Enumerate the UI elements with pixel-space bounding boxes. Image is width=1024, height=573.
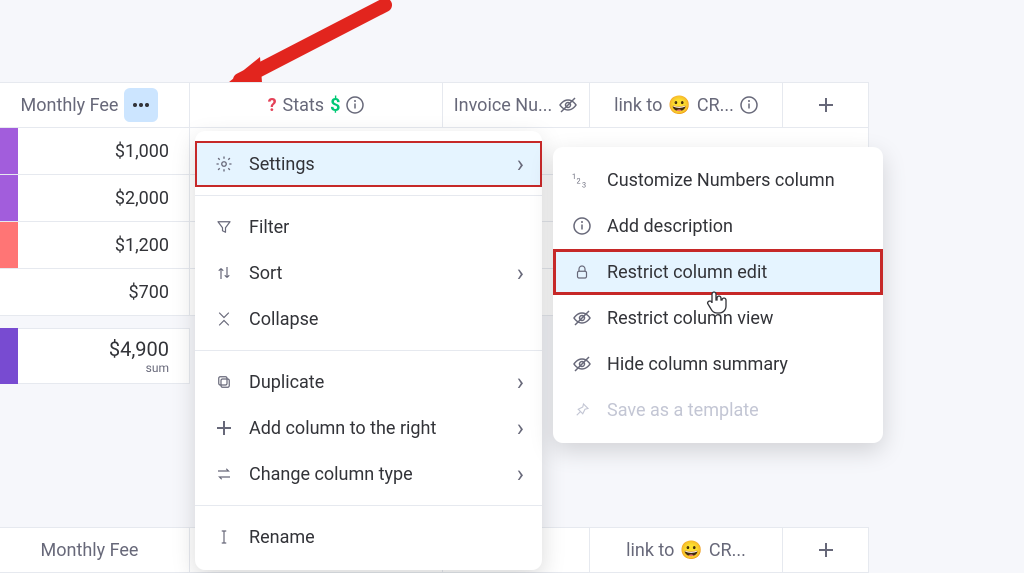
column-header-label: Stats [283, 95, 325, 116]
link-target-label: CR... [697, 95, 734, 116]
emoji-icon: 😀 [680, 540, 702, 561]
column-header-monthly-fee[interactable]: Monthly Fee [0, 528, 190, 572]
menu-item-label: Sort [249, 263, 282, 284]
text-cursor-icon [213, 528, 235, 546]
menu-item-label: Settings [249, 154, 315, 175]
menu-item-label: Change column type [249, 464, 413, 485]
question-mark-icon: ? [268, 95, 277, 116]
menu-item-add-column-right[interactable]: Add column to the right › [195, 405, 542, 451]
dots-horizontal-icon [132, 102, 150, 108]
menu-item-duplicate[interactable]: Duplicate › [195, 359, 542, 405]
info-icon [571, 217, 593, 235]
column-more-button[interactable] [124, 88, 158, 122]
menu-item-label: Save as a template [607, 400, 759, 421]
column-header-stats[interactable]: ? Stats $ [190, 83, 443, 127]
columns-header-row: Monthly Fee ? Stats $ Invoice Nu... link… [0, 82, 869, 128]
menu-item-label: Restrict column view [607, 308, 773, 329]
chevron-right-icon: › [517, 462, 524, 486]
submenu-item-add-description[interactable]: Add description [553, 203, 883, 249]
row-color [0, 269, 18, 315]
info-icon[interactable] [346, 96, 364, 114]
column-header-invoice[interactable]: Invoice Nu... [443, 83, 590, 127]
menu-item-rename[interactable]: Rename [195, 514, 542, 560]
menu-item-label: Hide column summary [607, 354, 788, 375]
column-header-label: link to [614, 95, 662, 116]
chevron-right-icon: › [517, 416, 524, 440]
gear-icon [213, 155, 235, 173]
chevron-right-icon: › [517, 261, 524, 285]
cell-monthly-fee[interactable]: $1,000 [18, 128, 190, 174]
swap-icon [213, 465, 235, 483]
column-header-label: Invoice Nu... [454, 95, 553, 116]
svg-text:3: 3 [582, 180, 586, 189]
menu-item-label: Rename [249, 527, 315, 548]
sort-icon [213, 264, 235, 282]
menu-item-settings[interactable]: Settings › [195, 141, 542, 187]
numbers-icon: 123 [571, 171, 593, 189]
dollar-icon: $ [330, 95, 340, 116]
menu-item-collapse[interactable]: Collapse [195, 296, 542, 342]
add-column-button[interactable] [783, 528, 869, 572]
pointer-cursor-icon [705, 290, 729, 316]
menu-item-label: Add description [607, 216, 733, 237]
cell-value: $1,000 [115, 141, 169, 162]
column-header-monthly-fee[interactable]: Monthly Fee [0, 83, 190, 127]
submenu-item-hide-summary[interactable]: Hide column summary [553, 341, 883, 387]
plus-icon [213, 419, 235, 437]
row-color [0, 175, 18, 221]
menu-item-sort[interactable]: Sort › [195, 250, 542, 296]
cell-monthly-fee[interactable]: $700 [18, 269, 190, 315]
submenu-item-restrict-edit[interactable]: Restrict column edit [553, 249, 883, 295]
eye-off-icon [571, 308, 593, 328]
row-color [0, 222, 18, 268]
svg-text:1: 1 [572, 172, 576, 181]
add-column-button[interactable] [783, 83, 869, 127]
cell-value: $1,200 [115, 235, 169, 256]
duplicate-icon [213, 373, 235, 391]
row-color [0, 128, 18, 174]
emoji-icon: 😀 [668, 95, 690, 116]
funnel-icon [213, 218, 235, 236]
eye-off-icon [558, 95, 578, 115]
submenu-item-save-template: Save as a template [553, 387, 883, 433]
column-header-label: link to [626, 540, 674, 561]
plus-icon [817, 541, 835, 559]
pin-icon [571, 401, 593, 419]
plus-icon [817, 96, 835, 114]
column-header-label: Monthly Fee [21, 95, 119, 116]
chevron-right-icon: › [517, 370, 524, 394]
column-summary-cell[interactable]: $4,900 sum [18, 328, 190, 384]
link-target-label: CR... [709, 540, 746, 561]
collapse-icon [213, 310, 235, 328]
summary-value: $4,900 [109, 337, 169, 361]
row-color [0, 328, 18, 384]
svg-text:2: 2 [577, 177, 581, 186]
menu-item-filter[interactable]: Filter [195, 204, 542, 250]
cell-value: $2,000 [115, 188, 169, 209]
menu-item-label: Duplicate [249, 372, 324, 393]
cell-monthly-fee[interactable]: $2,000 [18, 175, 190, 221]
column-header-link[interactable]: link to 😀 CR... [590, 83, 783, 127]
menu-item-label: Add column to the right [249, 418, 436, 439]
submenu-item-customize[interactable]: 123 Customize Numbers column [553, 157, 883, 203]
cell-value: $700 [129, 282, 169, 303]
eye-off-icon [571, 354, 593, 374]
chevron-right-icon: › [517, 152, 524, 176]
cell-monthly-fee[interactable]: $1,200 [18, 222, 190, 268]
summary-label: sum [146, 361, 169, 375]
menu-item-label: Restrict column edit [607, 262, 767, 283]
column-context-menu: Settings › Filter Sort › Collapse Duplic… [195, 131, 542, 570]
column-header-link[interactable]: link to 😀 CR... [590, 528, 783, 572]
info-icon[interactable] [740, 96, 758, 114]
menu-item-change-type[interactable]: Change column type › [195, 451, 542, 497]
menu-item-label: Customize Numbers column [607, 170, 835, 191]
column-header-label: Monthly Fee [41, 540, 139, 561]
lock-icon [571, 263, 593, 281]
menu-item-label: Collapse [249, 309, 318, 330]
menu-item-label: Filter [249, 217, 289, 238]
